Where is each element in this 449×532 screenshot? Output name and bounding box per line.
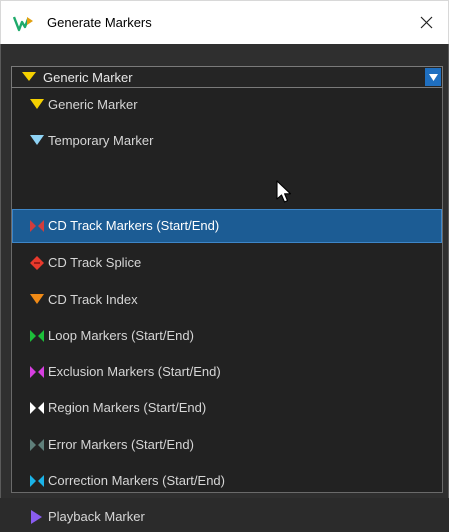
close-icon bbox=[420, 16, 432, 29]
dropdown-arrow-button[interactable] bbox=[425, 68, 441, 86]
mouse-pointer-icon bbox=[276, 180, 292, 203]
option-cd-track-splice[interactable]: CD Track Splice bbox=[12, 246, 442, 280]
option-label: Playback Marker bbox=[48, 509, 145, 524]
option-temporary-marker[interactable]: Temporary Marker bbox=[12, 124, 442, 158]
option-exclusion-markers[interactable]: Exclusion Markers (Start/End) bbox=[12, 355, 442, 389]
option-label: CD Track Markers (Start/End) bbox=[48, 218, 220, 233]
marker-type-select[interactable]: Generic Marker bbox=[11, 66, 443, 88]
option-correction-markers[interactable]: Correction Markers (Start/End) bbox=[12, 464, 442, 498]
window-title: Generate Markers bbox=[47, 15, 152, 30]
marker-type-value: Generic Marker bbox=[43, 70, 133, 85]
region-markers-icon bbox=[30, 402, 44, 414]
option-label: Correction Markers (Start/End) bbox=[48, 473, 225, 488]
wavelab-logo-icon bbox=[13, 16, 33, 32]
option-label: CD Track Splice bbox=[48, 255, 142, 270]
option-region-markers[interactable]: Region Markers (Start/End) bbox=[12, 391, 442, 425]
option-label: Temporary Marker bbox=[48, 133, 154, 148]
cd-track-splice-icon bbox=[30, 256, 44, 270]
option-label: Exclusion Markers (Start/End) bbox=[48, 364, 221, 379]
option-label: Loop Markers (Start/End) bbox=[48, 328, 194, 343]
error-markers-icon bbox=[30, 439, 44, 451]
option-generic-marker[interactable]: Generic Marker bbox=[12, 88, 442, 122]
close-button[interactable] bbox=[404, 1, 448, 44]
option-cd-track-markers[interactable]: CD Track Markers (Start/End) bbox=[12, 209, 442, 243]
correction-markers-icon bbox=[30, 475, 44, 487]
marker-type-dropdown-list: Generic Marker Temporary Marker CD Track… bbox=[11, 88, 443, 524]
chevron-down-icon bbox=[428, 73, 438, 81]
option-playback-marker[interactable]: Playback Marker bbox=[12, 500, 442, 532]
option-error-markers[interactable]: Error Markers (Start/End) bbox=[12, 428, 442, 462]
generic-marker-icon bbox=[30, 99, 44, 109]
option-label: Region Markers (Start/End) bbox=[48, 400, 207, 415]
option-label: CD Track Index bbox=[48, 292, 138, 307]
title-bar: Generate Markers bbox=[0, 0, 449, 44]
exclusion-markers-icon bbox=[30, 366, 44, 378]
option-label: Generic Marker bbox=[48, 97, 138, 112]
option-loop-markers[interactable]: Loop Markers (Start/End) bbox=[12, 319, 442, 353]
generic-marker-icon bbox=[22, 72, 36, 81]
option-cd-track-index[interactable]: CD Track Index bbox=[12, 283, 442, 317]
cd-track-markers-icon bbox=[30, 220, 44, 232]
dialog-body: Generic Marker Generic Marker Temporary … bbox=[0, 44, 449, 524]
playback-marker-icon bbox=[31, 510, 42, 524]
temporary-marker-icon bbox=[30, 135, 44, 145]
option-label: Error Markers (Start/End) bbox=[48, 437, 194, 452]
loop-markers-icon bbox=[30, 330, 44, 342]
cd-track-index-icon bbox=[30, 294, 44, 304]
